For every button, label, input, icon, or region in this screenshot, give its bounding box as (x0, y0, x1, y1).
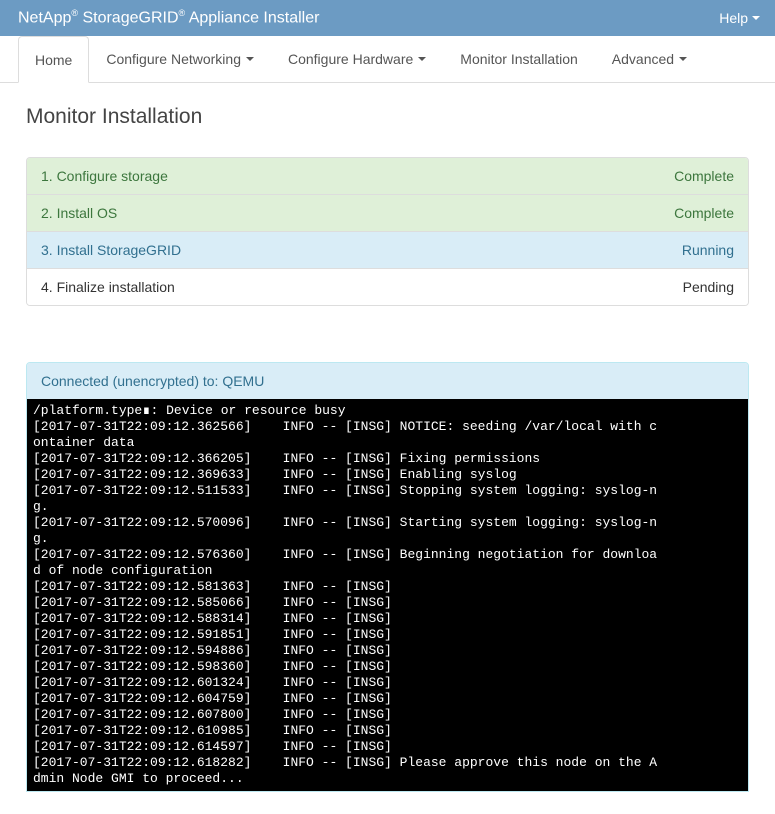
step-label: 3. Install StorageGRID (41, 242, 181, 258)
install-steps: 1. Configure storageComplete2. Install O… (26, 157, 749, 306)
step-row-finalize-installation: 4. Finalize installation Pending (27, 269, 748, 305)
step-status: Pending (683, 279, 734, 295)
step-status: Running (682, 242, 734, 258)
chevron-down-icon (418, 57, 426, 61)
nav-tab-home[interactable]: Home (18, 36, 89, 83)
console-header: Connected (unencrypted) to: QEMU (27, 363, 748, 399)
nav-tab-label: Configure Networking (106, 51, 241, 67)
nav-tab-configure-networking[interactable]: Configure Networking (89, 36, 271, 82)
chevron-down-icon (752, 16, 760, 20)
chevron-down-icon (246, 57, 254, 61)
page-title: Monitor Installation (26, 105, 749, 129)
brand-title: NetApp® StorageGRID® Appliance Installer (18, 8, 319, 27)
step-label: 4. Finalize installation (41, 279, 175, 295)
nav-bar: Home Configure Networking Configure Hardwa… (0, 36, 775, 83)
console-panel: Connected (unencrypted) to: QEMU /platfo… (26, 362, 749, 792)
nav-tab-label: Advanced (612, 51, 674, 67)
step-label: 1. Configure storage (41, 168, 168, 184)
chevron-down-icon (679, 57, 687, 61)
top-bar: NetApp® StorageGRID® Appliance Installer… (0, 0, 775, 36)
nav-tab-label: Configure Hardware (288, 51, 413, 67)
step-row-install-storagegrid[interactable]: 3. Install StorageGRID Running (27, 232, 748, 269)
step-row-install-os[interactable]: 2. Install OS Complete (27, 195, 748, 232)
nav-tab-label: Home (35, 52, 72, 68)
nav-tab-advanced[interactable]: Advanced (595, 36, 704, 82)
step-row-configure-storage[interactable]: 1. Configure storage Complete (27, 158, 748, 195)
help-menu[interactable]: Help (719, 10, 760, 26)
step-status: Complete (674, 168, 734, 184)
step-label: 2. Install OS (41, 205, 117, 221)
help-label: Help (719, 10, 748, 26)
nav-tab-label: Monitor Installation (460, 51, 578, 67)
console-output: /platform.type∎: Device or resource busy… (27, 399, 748, 791)
step-status: Complete (674, 205, 734, 221)
main-content: Monitor Installation 1. Configure storag… (0, 83, 775, 814)
nav-tab-configure-hardware[interactable]: Configure Hardware (271, 36, 443, 82)
nav-tab-monitor-installation[interactable]: Monitor Installation (443, 36, 595, 82)
